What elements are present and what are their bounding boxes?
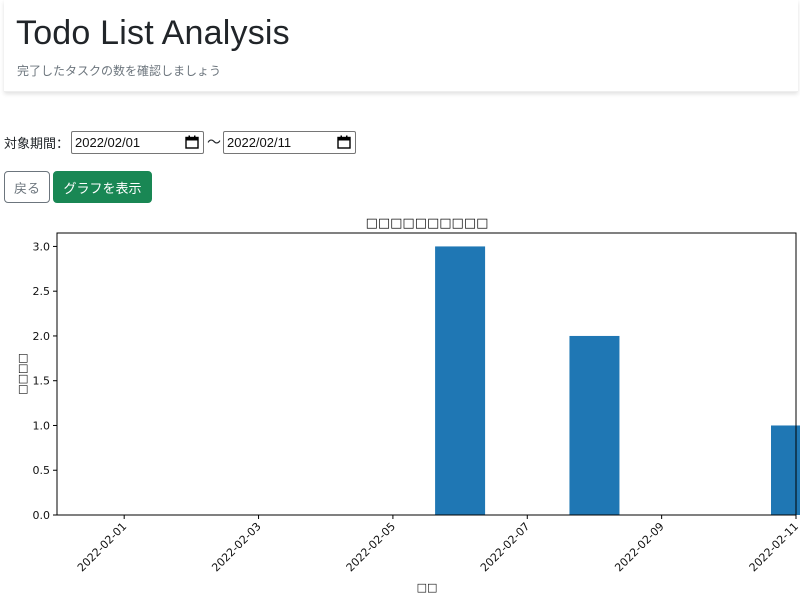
chart-title: □□□□□□□□□□ <box>366 216 489 231</box>
y-tick-label: 2.5 <box>33 285 51 298</box>
chart-bar <box>569 335 620 515</box>
calendar-icon[interactable] <box>185 135 199 149</box>
x-tick-label: 2022-02-11 <box>747 520 800 574</box>
page-header: Todo List Analysis 完了したタスクの数を確認しましょう <box>4 0 798 92</box>
x-tick-label: 2022-02-03 <box>209 520 263 574</box>
y-tick-label: 1.0 <box>33 419 51 432</box>
y-tick-label: 2.0 <box>33 330 51 343</box>
calendar-icon[interactable] <box>337 135 351 149</box>
plot-frame <box>56 232 797 516</box>
back-button[interactable]: 戻る <box>4 171 50 203</box>
end-date-input[interactable]: 2022/02/11 <box>223 130 357 154</box>
end-date-value: 2022/02/11 <box>227 134 292 150</box>
bars-layer <box>435 246 800 515</box>
date-separator: ～ <box>207 135 222 151</box>
chart-bar <box>435 246 486 515</box>
page-subtitle: 完了したタスクの数を確認しましょう <box>17 64 222 78</box>
start-date-input[interactable]: 2022/02/01 <box>71 130 205 154</box>
x-tick-label: 2022-02-09 <box>612 520 666 574</box>
x-axis-label: □□ <box>417 581 438 594</box>
period-label: 対象期間： <box>4 136 70 152</box>
y-axis: 0.0 0.5 1.0 1.5 2.0 2.5 3.0 <box>33 240 57 522</box>
y-tick-label: 0.5 <box>33 464 51 477</box>
x-tick-label: 2022-02-01 <box>75 520 129 574</box>
y-tick-label: 3.0 <box>33 240 51 253</box>
x-tick-label: 2022-02-05 <box>344 520 398 574</box>
y-axis-label: □□□□ <box>16 353 29 395</box>
x-axis: 2022-02-01 2022-02-03 2022-02-05 2022-02-07… <box>75 515 800 574</box>
period-filter: 対象期間： 2022/02/01 ～ 2022/02/11 <box>4 130 357 154</box>
page-title: Todo List Analysis <box>16 14 290 52</box>
show-graph-button[interactable]: グラフを表示 <box>53 171 152 203</box>
completed-tasks-chart: □□□□□□□□□□ 0.0 0.5 1.0 1.5 2.0 2.5 3.0 2022-02… <box>16 216 800 594</box>
start-date-value: 2022/02/01 <box>75 134 141 150</box>
y-tick-label: 1.5 <box>33 375 51 388</box>
x-tick-label: 2022-02-07 <box>478 520 532 574</box>
y-tick-label: 0.0 <box>33 509 51 522</box>
